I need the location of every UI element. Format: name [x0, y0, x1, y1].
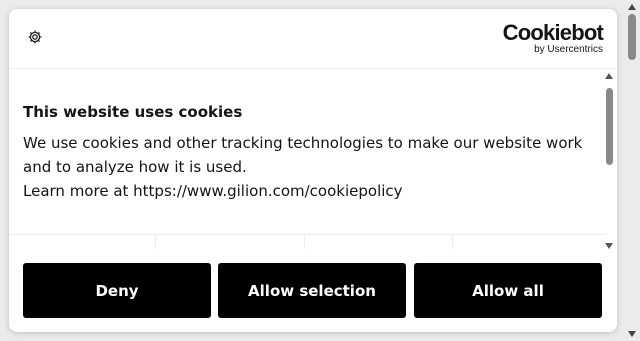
scrollbar-thumb[interactable]	[606, 88, 613, 165]
dialog-body-text: We use cookies and other tracking techno…	[23, 131, 593, 203]
body-line: We use cookies and other tracking techno…	[23, 134, 583, 152]
details-tab-strip	[9, 234, 605, 249]
page-scrollbar-thumb[interactable]	[628, 14, 636, 60]
page-scroll-down-arrow-icon[interactable]	[628, 331, 636, 337]
dialog-header: Cookiebot by Usercentrics	[9, 9, 617, 69]
allow-all-button[interactable]: Allow all	[414, 263, 602, 318]
brand-subtitle: by Usercentrics	[534, 44, 603, 55]
gear-icon[interactable]	[27, 29, 43, 45]
dialog-content: This website uses cookies We use cookies…	[9, 69, 617, 233]
deny-button[interactable]: Deny	[23, 263, 211, 318]
content-scrollbar[interactable]	[603, 73, 615, 249]
cookie-consent-dialog: Cookiebot by Usercentrics This website u…	[9, 9, 617, 332]
cookiebot-logo: Cookiebot by Usercentrics	[502, 20, 604, 56]
tab-divider	[155, 235, 156, 249]
page-scrollbar[interactable]	[624, 0, 640, 341]
body-line-cookie-policy: Learn more at https://www.gilion.com/coo…	[23, 182, 403, 200]
scroll-down-arrow-icon[interactable]	[605, 243, 613, 249]
page-scroll-up-arrow-icon[interactable]	[628, 4, 636, 10]
dialog-title: This website uses cookies	[23, 103, 243, 121]
tab-divider	[304, 235, 305, 249]
allow-selection-button[interactable]: Allow selection	[218, 263, 406, 318]
brand-name: Cookiebot	[502, 20, 604, 45]
body-line: and to analyze how it is used.	[23, 158, 247, 176]
tab-divider	[452, 235, 453, 249]
page: Cookiebot by Usercentrics This website u…	[0, 0, 640, 341]
scroll-up-arrow-icon[interactable]	[605, 73, 613, 79]
consent-actions: Deny Allow selection Allow all	[23, 263, 603, 318]
